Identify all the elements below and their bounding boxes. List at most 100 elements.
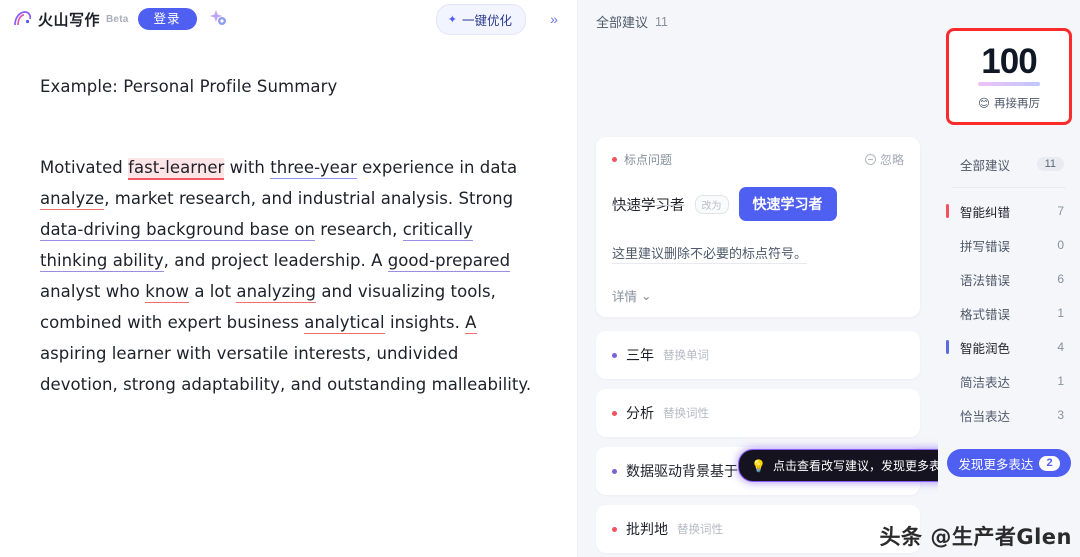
brand: 火山写作 Beta bbox=[12, 9, 129, 30]
suggestion-card-tag-label: 标点问题 bbox=[624, 153, 673, 167]
sidebar-item-format-error[interactable]: 格式错误 1 bbox=[938, 296, 1080, 330]
sidebar-item-smart-polish[interactable]: 智能润色 4 bbox=[938, 330, 1080, 364]
suggestion-header: 全部建议 11 bbox=[578, 0, 938, 31]
list-item-action: 替换词性 bbox=[663, 408, 709, 420]
sidebar-item-concise-expression[interactable]: 简洁表达 1 bbox=[938, 364, 1080, 398]
top-toolbar: 火山写作 Beta 登录 ✦ 一键优化 » bbox=[0, 0, 577, 38]
sparkle-avatar-icon[interactable] bbox=[206, 6, 232, 32]
login-button[interactable]: 登录 bbox=[137, 7, 197, 31]
bullet-dot-icon bbox=[612, 157, 617, 162]
list-item[interactable]: 分析 替换词性 bbox=[596, 389, 920, 437]
bullet-dot-icon bbox=[612, 526, 617, 532]
bullet-dot-icon bbox=[612, 410, 617, 416]
sidebar-item-count: 4 bbox=[1057, 340, 1064, 354]
chevron-down-icon: ⌄ bbox=[641, 289, 652, 303]
sidebar-item-count: 3 bbox=[1057, 408, 1064, 422]
sidebar-item-count: 0 bbox=[1057, 238, 1064, 252]
text-seg: aspiring learner with versatile interest… bbox=[40, 344, 532, 395]
suggestion-description: 这里建议删除不必要的标点符号。 bbox=[612, 243, 808, 264]
bullet-dot-icon bbox=[612, 352, 617, 358]
text-seg: analyst who bbox=[40, 282, 146, 302]
category-bar bbox=[946, 340, 949, 354]
ignore-button[interactable]: 忽略 bbox=[864, 151, 904, 168]
original-text: 快速学习者 bbox=[612, 197, 685, 214]
apply-suggestion-button[interactable]: 快速学习者 bbox=[738, 187, 837, 221]
text-seg: , and project leadership. A bbox=[163, 251, 388, 271]
score-caption: 😊 再接再厉 bbox=[949, 95, 1069, 111]
sidebar-item-label: 恰当表达 bbox=[960, 409, 1011, 424]
error-data-driving[interactable]: data-driving background base on bbox=[40, 220, 316, 242]
text-seg: experience in data bbox=[356, 158, 518, 178]
error-know[interactable]: know bbox=[145, 282, 190, 304]
list-item-word: 三年 bbox=[626, 347, 654, 363]
text-seg: insights. bbox=[384, 313, 466, 333]
sidebar-item-count: 1 bbox=[1057, 306, 1064, 320]
sidebar-item-count: 7 bbox=[1057, 204, 1064, 218]
minus-circle-icon bbox=[864, 154, 876, 165]
text-seg: Motivated bbox=[40, 158, 129, 178]
sidebar-item-count: 11 bbox=[1036, 157, 1064, 171]
beta-tag: Beta bbox=[106, 13, 129, 25]
text-seg: with bbox=[224, 158, 271, 178]
one-click-optimize-button[interactable]: ✦ 一键优化 bbox=[435, 3, 526, 35]
score-card: 100 😊 再接再厉 bbox=[946, 28, 1072, 125]
sidebar-item-count: 1 bbox=[1057, 374, 1064, 388]
document-area[interactable]: Example: Personal Profile Summary Motiva… bbox=[0, 38, 577, 400]
category-bar bbox=[946, 204, 949, 218]
score-underline bbox=[978, 82, 1040, 86]
sidebar-item-grammar-error[interactable]: 语法错误 6 bbox=[938, 262, 1080, 296]
error-analytical[interactable]: analytical bbox=[304, 313, 385, 335]
sidebar-item-spelling-error[interactable]: 拼写错误 0 bbox=[938, 228, 1080, 262]
list-item-action: 替换词性 bbox=[677, 524, 723, 536]
discover-more-badge: 2 bbox=[1039, 455, 1060, 471]
list-item[interactable]: 批判地 替换词性 bbox=[596, 505, 920, 553]
list-item-word: 数据驱动背景基于 bbox=[626, 463, 738, 479]
suggestion-card[interactable]: 标点问题 忽略 快速学习者 改为 快速学习者 这里建议删除不必要的标点符号。 详… bbox=[596, 137, 920, 317]
error-article-a[interactable]: A bbox=[465, 313, 477, 335]
error-analyzing[interactable]: analyzing bbox=[236, 282, 317, 304]
error-analyze[interactable]: analyze bbox=[40, 189, 105, 211]
score-sidebar: 100 😊 再接再厉 全部建议 11 智能纠错 7 拼写错误 0 语法错误 6 … bbox=[938, 0, 1080, 557]
sidebar-item-label: 全部建议 bbox=[960, 158, 1011, 173]
collapse-panel-button[interactable]: » bbox=[541, 6, 567, 32]
suggestion-header-label: 全部建议 bbox=[596, 15, 649, 30]
discover-more-button[interactable]: 发现更多表达 2 bbox=[947, 449, 1071, 477]
divider bbox=[952, 187, 1066, 188]
sidebar-item-label: 语法错误 bbox=[960, 273, 1011, 288]
optimize-label: 一键优化 bbox=[461, 13, 512, 28]
sidebar-item-label: 拼写错误 bbox=[960, 239, 1011, 254]
error-three-year[interactable]: three-year bbox=[270, 158, 357, 180]
sidebar-item-label: 智能润色 bbox=[960, 341, 1011, 356]
sidebar-item-smart-correction[interactable]: 智能纠错 7 bbox=[938, 194, 1080, 228]
sidebar-item-label: 格式错误 bbox=[960, 307, 1011, 322]
tooltip-text: 点击查看改写建议，发现更多表达 bbox=[772, 459, 938, 473]
document-paragraph[interactable]: Motivated fast-learner with three-year e… bbox=[40, 152, 533, 400]
text-seg: a lot bbox=[189, 282, 237, 302]
suggestion-details-toggle[interactable]: 详情 ⌄ bbox=[612, 286, 904, 305]
list-item[interactable]: 三年 替换单词 bbox=[596, 331, 920, 379]
ignore-label: 忽略 bbox=[879, 153, 904, 167]
sidebar-item-all-suggestions[interactable]: 全部建议 11 bbox=[938, 147, 1080, 181]
error-fast-learner[interactable]: fast-learner bbox=[128, 158, 225, 181]
lightbulb-icon: 💡 bbox=[751, 458, 766, 473]
app-root: 火山写作 Beta 登录 ✦ 一键优化 » Example: Personal … bbox=[0, 0, 1080, 557]
discover-more-label: 发现更多表达 bbox=[958, 457, 1034, 472]
error-good-prepared[interactable]: good-prepared bbox=[387, 251, 511, 273]
sidebar-item-appropriate-expression[interactable]: 恰当表达 3 bbox=[938, 398, 1080, 432]
change-to-chip: 改为 bbox=[694, 194, 729, 214]
suggestion-replace-row: 快速学习者 改为 快速学习者 bbox=[612, 187, 904, 221]
sparkle-icon: ✦ bbox=[447, 13, 457, 26]
suggestion-list: 标点问题 忽略 快速学习者 改为 快速学习者 这里建议删除不必要的标点符号。 详… bbox=[578, 137, 938, 553]
sidebar-category-list: 全部建议 11 智能纠错 7 拼写错误 0 语法错误 6 格式错误 1 智能润色… bbox=[938, 147, 1080, 432]
details-label: 详情 bbox=[612, 290, 638, 304]
document-title: Example: Personal Profile Summary bbox=[40, 77, 338, 96]
sidebar-item-count: 6 bbox=[1057, 272, 1064, 286]
sidebar-item-label: 简洁表达 bbox=[960, 375, 1011, 390]
rewrite-hint-tooltip: 💡 点击查看改写建议，发现更多表达 bbox=[738, 449, 938, 482]
editor-pane: 火山写作 Beta 登录 ✦ 一键优化 » Example: Personal … bbox=[0, 0, 578, 557]
suggestion-card-header: 标点问题 忽略 bbox=[612, 151, 904, 168]
brand-name: 火山写作 bbox=[38, 11, 101, 29]
watermark: 头条 @生产者Glen bbox=[879, 525, 1072, 549]
suggestion-pane: 全部建议 11 标点问题 忽略 快速学习者 改为 快速学习者 这里建议删除不必要… bbox=[578, 0, 938, 557]
text-seg: research, bbox=[315, 220, 403, 240]
